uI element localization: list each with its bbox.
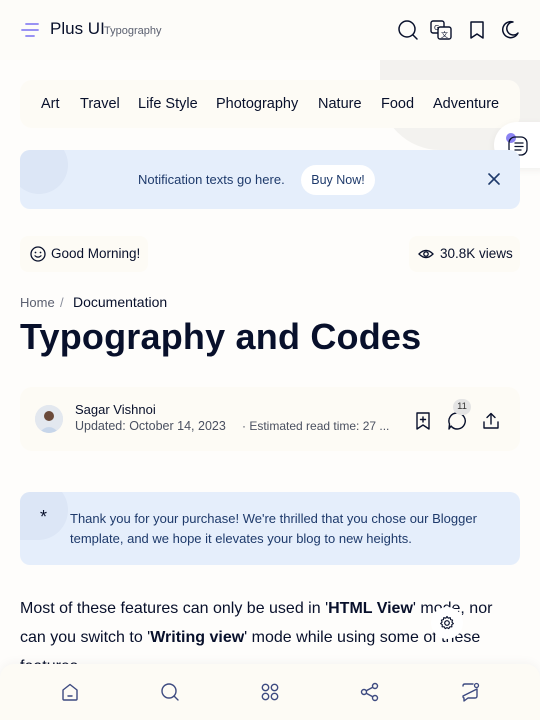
share-nodes-icon[interactable] (360, 682, 380, 702)
note-marker: * (40, 507, 48, 527)
page-title: Typography and Codes (20, 316, 422, 357)
bookmark-add-icon[interactable] (413, 411, 433, 431)
author-name[interactable]: Sagar Vishnoi (75, 402, 156, 417)
category-food[interactable]: Food (381, 96, 414, 112)
grid-icon[interactable] (260, 682, 280, 702)
category-travel[interactable]: Travel (80, 96, 120, 112)
translate-icon[interactable]: G 文 (430, 19, 452, 41)
brand-name[interactable]: Plus UI (50, 19, 105, 39)
notification-bar: Notification texts go here. Buy Now! (20, 150, 520, 209)
share-icon[interactable] (481, 411, 501, 431)
breadcrumb-home[interactable]: Home (20, 295, 55, 310)
svg-text:文: 文 (441, 30, 448, 39)
category-life-style[interactable]: Life Style (138, 96, 198, 112)
views-badge: 30.8K views (409, 236, 520, 272)
settings-button[interactable] (431, 607, 463, 639)
smile-icon (30, 246, 46, 262)
views-count: 30.8K views (440, 246, 513, 261)
note-text: Thank you for your purchase! We're thril… (70, 511, 477, 546)
read-time: · Estimated read time: 27 ... (242, 419, 390, 433)
category-photography[interactable]: Photography (216, 96, 298, 112)
notification-text: Notification texts go here. (138, 172, 285, 187)
html-view-term: HTML View (328, 600, 413, 617)
category-nature[interactable]: Nature (318, 96, 362, 112)
avatar[interactable] (35, 405, 63, 433)
search-icon[interactable] (160, 682, 180, 702)
breadcrumb-current[interactable]: Documentation (73, 294, 167, 310)
close-icon[interactable] (487, 172, 501, 186)
gear-icon (440, 615, 454, 630)
updated-date: Updated: October 14, 2023 (75, 419, 226, 433)
svg-text:G: G (434, 24, 439, 32)
greeting-badge: Good Morning! (20, 236, 148, 272)
avatar-image (35, 405, 63, 433)
notification-decoration (20, 150, 68, 194)
greeting-text: Good Morning! (51, 246, 141, 261)
bookmark-icon[interactable] (466, 19, 488, 41)
comment-count-badge: 11 (453, 399, 471, 415)
page-label: Typography (104, 25, 162, 37)
writing-view-term: Writing view (150, 629, 245, 646)
home-icon[interactable] (60, 682, 80, 702)
category-adventure[interactable]: Adventure (433, 96, 499, 112)
header: Plus UI Typography G 文 (0, 0, 540, 60)
buy-now-button[interactable]: Buy Now! (301, 165, 375, 195)
dark-mode-icon[interactable] (499, 19, 521, 41)
breadcrumb-separator: / (60, 295, 64, 310)
message-icon[interactable] (460, 682, 480, 702)
author-card: Sagar Vishnoi Updated: October 14, 2023 … (20, 387, 520, 451)
thank-you-note: * Thank you for your purchase! We're thr… (20, 492, 520, 565)
bottom-navigation (0, 664, 540, 720)
menu-icon[interactable] (20, 21, 40, 39)
category-art[interactable]: Art (41, 96, 60, 112)
search-icon[interactable] (397, 19, 419, 41)
eye-icon (418, 249, 434, 259)
